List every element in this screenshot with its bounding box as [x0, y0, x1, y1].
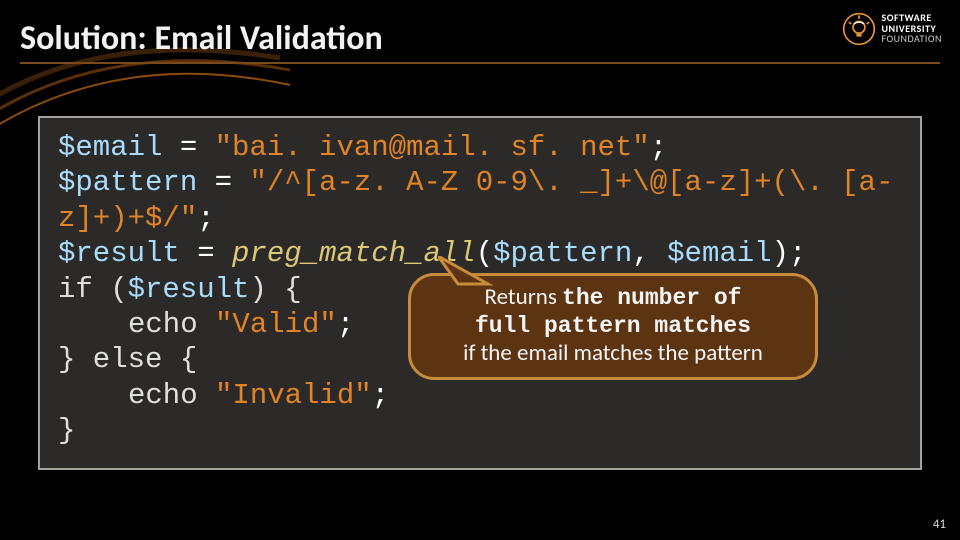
callout-mono-1: the number of — [562, 285, 741, 311]
page-number: 41 — [933, 517, 946, 532]
title-underline — [20, 62, 940, 64]
logo-text: SOFTWARE UNIVERSITY FOUNDATION — [882, 13, 942, 45]
lightbulb-gear-icon — [842, 12, 876, 46]
annotation-callout: Returns the number of full pattern match… — [408, 273, 818, 380]
callout-mono-2: full pattern matches — [475, 313, 751, 339]
logo-line3: FOUNDATION — [882, 32, 942, 45]
brand-logo: SOFTWARE UNIVERSITY FOUNDATION — [842, 12, 942, 46]
slide-title: Solution: Email Validation — [20, 18, 383, 59]
callout-text-1: Returns — [485, 283, 563, 311]
code-var: $email — [58, 131, 162, 164]
callout-text-2: if the email matches the pattern — [463, 339, 763, 367]
